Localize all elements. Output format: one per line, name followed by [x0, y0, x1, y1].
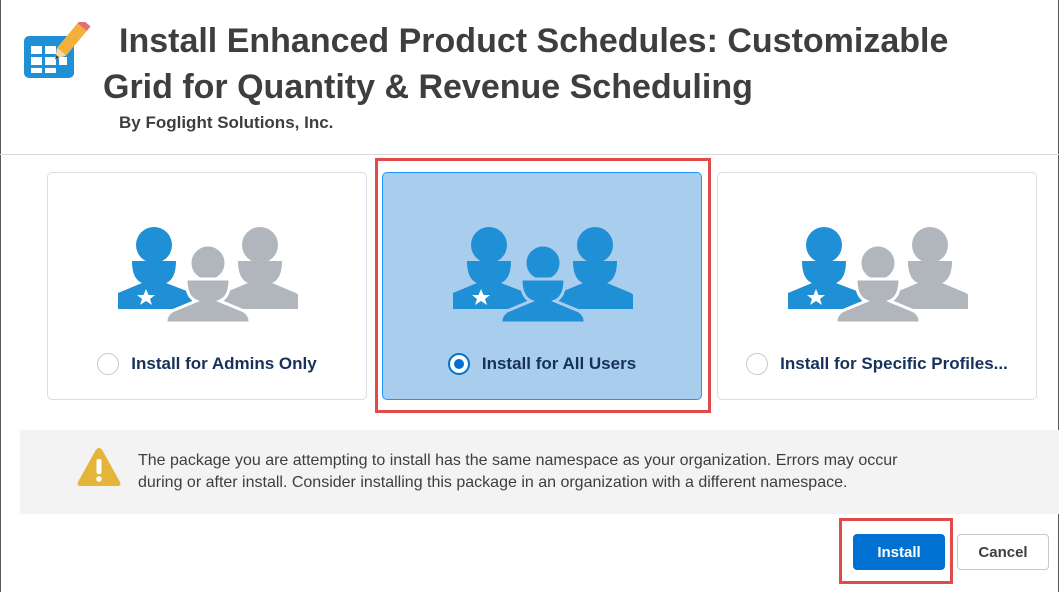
highlight-box-install — [839, 518, 953, 584]
grid-edit-icon — [22, 19, 94, 88]
warning-line-2: during or after install. Consider instal… — [138, 474, 848, 491]
option-label: Install for Admins Only — [131, 354, 317, 373]
publisher-label: By Foglight Solutions, Inc. — [119, 113, 334, 132]
option-card-specific-profiles[interactable]: Install for Specific Profiles... — [717, 172, 1037, 400]
title-line-2: Grid for Quantity & Revenue Scheduling — [103, 68, 753, 106]
users-group-icon — [788, 227, 968, 323]
cancel-button[interactable]: Cancel — [957, 534, 1049, 570]
highlight-box-option — [375, 158, 711, 413]
title-line-1: Install Enhanced Product Schedules: Cust… — [119, 22, 949, 60]
option-card-admins-only[interactable]: Install for Admins Only — [47, 172, 367, 400]
header-divider — [0, 154, 1059, 155]
warning-text: The package you are attempting to instal… — [138, 450, 1018, 494]
namespace-warning: The package you are attempting to instal… — [20, 430, 1059, 514]
option-label: Install for Specific Profiles... — [780, 354, 1008, 373]
warning-line-1: The package you are attempting to instal… — [138, 452, 898, 469]
warning-icon — [77, 448, 121, 486]
radio-admins-only[interactable] — [97, 353, 120, 375]
page-title: Install Enhanced Product Schedules: Cust… — [103, 18, 1053, 110]
radio-specific-profiles[interactable] — [746, 353, 769, 375]
users-group-icon — [118, 227, 298, 323]
